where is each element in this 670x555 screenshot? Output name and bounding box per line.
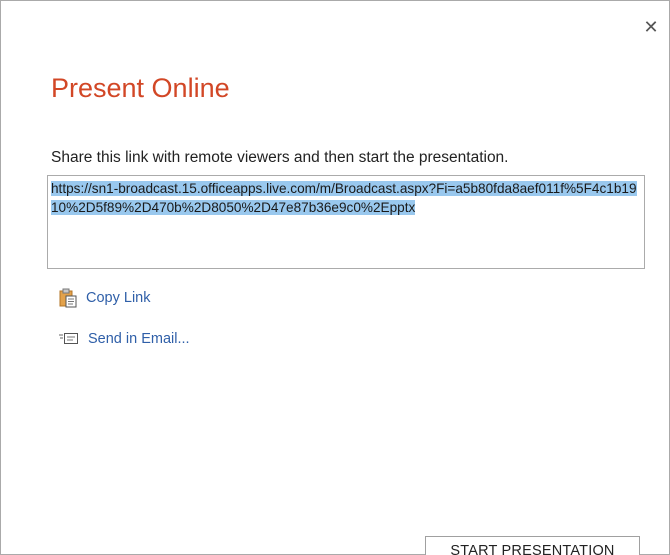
copy-link-label: Copy Link [86,290,151,306]
close-icon[interactable]: ✕ [641,17,661,37]
broadcast-link-text[interactable]: https://sn1-broadcast.15.officeapps.live… [51,181,637,215]
dialog-title: Present Online [51,73,230,103]
email-icon [59,332,79,346]
send-in-email-button[interactable]: Send in Email... [59,331,190,347]
broadcast-link-field[interactable]: https://sn1-broadcast.15.officeapps.live… [47,175,645,269]
send-in-email-label: Send in Email... [88,331,190,347]
clipboard-icon [59,288,77,308]
start-presentation-button[interactable]: START PRESENTATION [425,536,640,555]
instruction-text: Share this link with remote viewers and … [51,149,509,166]
present-online-dialog: ✕ Present Online Share this link with re… [0,0,670,555]
copy-link-button[interactable]: Copy Link [59,288,150,308]
